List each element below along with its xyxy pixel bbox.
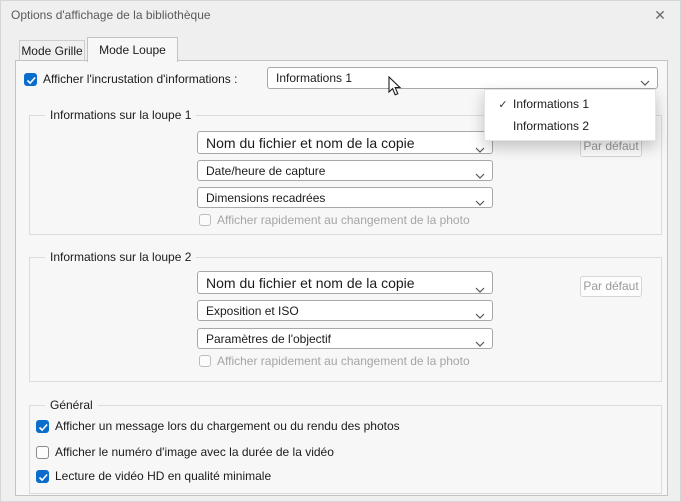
dialog-title: Options d'affichage de la bibliothèque: [11, 8, 211, 22]
loupe-info-2-legend: Informations sur la loupe 2: [45, 250, 197, 264]
chevron-down-icon: [475, 168, 485, 181]
menu-item-informations-1[interactable]: ✓ Informations 1: [485, 93, 655, 115]
general-group: Général Afficher un message lors du char…: [29, 398, 662, 494]
loupe1-quick-change-row: Afficher rapidement au changement de la …: [199, 213, 470, 227]
loupe-info-1-legend: Informations sur la loupe 1: [45, 108, 197, 122]
check-icon: ✓: [498, 98, 508, 111]
mouse-cursor-icon: [388, 75, 402, 102]
close-icon[interactable]: ✕: [650, 5, 670, 25]
loupe1-select-1[interactable]: Nom du fichier et nom de la copie: [197, 131, 493, 154]
loupe2-default-button[interactable]: Par défaut: [580, 276, 642, 297]
show-frame-number-checkbox[interactable]: [36, 445, 49, 459]
loupe2-select-3-value: Paramètres de l'objectif: [206, 331, 332, 346]
loupe1-select-3-value: Dimensions recadrées: [206, 190, 326, 205]
chevron-down-icon: [475, 308, 485, 321]
tab-mode-loupe[interactable]: Mode Loupe: [87, 37, 178, 62]
loupe2-quick-change-checkbox: [199, 355, 211, 367]
loupe2-select-3[interactable]: Paramètres de l'objectif: [197, 328, 493, 349]
info-overlay-select[interactable]: Informations 1: [267, 67, 658, 89]
loupe1-quick-change-checkbox: [199, 214, 211, 226]
loupe2-quick-change-row: Afficher rapidement au changement de la …: [199, 354, 470, 368]
loupe2-select-2-value: Exposition et ISO: [206, 303, 299, 318]
tab-mode-grille[interactable]: Mode Grille: [19, 40, 85, 61]
show-info-overlay-checkbox[interactable]: [24, 72, 37, 86]
show-message-loading-checkbox[interactable]: [36, 419, 49, 433]
loupe2-select-1-value: Nom du fichier et nom de la copie: [206, 274, 415, 291]
general-legend: Général: [45, 398, 98, 412]
show-frame-number-label[interactable]: Afficher le numéro d'image avec la durée…: [55, 445, 334, 459]
show-info-overlay-label[interactable]: Afficher l'incrustation d'informations :: [43, 72, 237, 86]
loupe1-select-3[interactable]: Dimensions recadrées: [197, 187, 493, 208]
info-overlay-select-value: Informations 1: [276, 71, 353, 85]
chevron-down-icon: [475, 336, 485, 349]
loupe2-select-1[interactable]: Nom du fichier et nom de la copie: [197, 271, 493, 294]
menu-item-label: Informations 2: [513, 119, 590, 133]
general-checkbox-row: Afficher un message lors du chargement o…: [36, 419, 400, 433]
loupe1-select-2-value: Date/heure de capture: [206, 163, 326, 178]
chevron-down-icon: [475, 280, 485, 294]
chevron-down-icon: [475, 140, 485, 154]
menu-item-label: Informations 1: [513, 97, 590, 111]
info-overlay-dropdown-menu: ✓ Informations 1 Informations 2: [484, 89, 656, 141]
library-view-options-dialog: Options d'affichage de la bibliothèque ✕…: [0, 0, 681, 502]
chevron-down-icon: [640, 75, 650, 88]
hd-video-quality-label[interactable]: Lecture de vidéo HD en qualité minimale: [55, 469, 271, 483]
loupe1-select-2[interactable]: Date/heure de capture: [197, 160, 493, 181]
loupe1-quick-change-label: Afficher rapidement au changement de la …: [217, 213, 470, 227]
show-info-overlay-row: Afficher l'incrustation d'informations :: [24, 72, 237, 86]
loupe1-select-1-value: Nom du fichier et nom de la copie: [206, 134, 415, 151]
loupe2-select-2[interactable]: Exposition et ISO: [197, 300, 493, 321]
chevron-down-icon: [475, 195, 485, 208]
show-message-loading-label[interactable]: Afficher un message lors du chargement o…: [55, 419, 400, 433]
loupe2-quick-change-label: Afficher rapidement au changement de la …: [217, 354, 470, 368]
general-checkbox-row: Afficher le numéro d'image avec la durée…: [36, 445, 334, 459]
loupe-info-2-group: Informations sur la loupe 2 Par défaut N…: [29, 250, 662, 382]
menu-item-informations-2[interactable]: Informations 2: [485, 115, 655, 137]
general-checkbox-row: Lecture de vidéo HD en qualité minimale: [36, 469, 271, 483]
hd-video-quality-checkbox[interactable]: [36, 469, 49, 483]
